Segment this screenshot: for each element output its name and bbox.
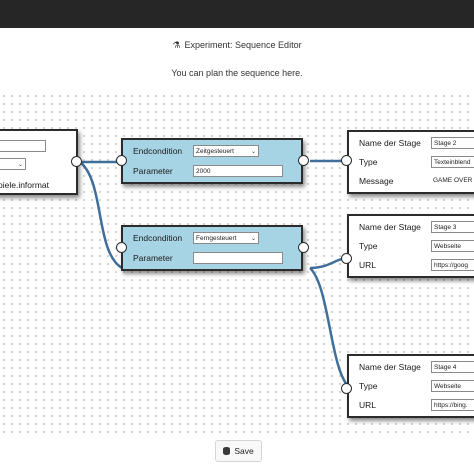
endcondition-2-output-port[interactable] [298,242,309,253]
start-stage-name-field[interactable] [0,140,46,152]
database-icon [223,447,231,455]
chevron-down-icon: ⌄ [250,236,256,242]
stage-type-select[interactable]: Webseite [431,380,474,392]
endcondition-node-1[interactable]: Endcondition Zeitgesteuert ⌄ Parameter 2… [121,138,303,184]
stage-extra-input[interactable]: https://bing. [431,399,474,411]
stage-type-label: Type [359,381,378,391]
start-stage-type-select[interactable]: ⌄ [0,158,26,170]
stage-name-input[interactable]: Stage 2 [431,137,474,149]
page-title: ⚗ Experiment: Sequence Editor [0,40,474,51]
stage-type-label: Type [359,157,378,167]
stage-name-label: Name der Stage [359,138,421,148]
endcondition-label: Endcondition [133,233,183,243]
stage-extra-input[interactable]: GAME OVER [431,175,474,187]
endcondition-select-value: Zeitgesteuert [196,148,234,155]
sequence-canvas[interactable]: ⌄ piele.informat Endcondition Zeitgesteu… [0,92,474,434]
stage-extra-label: Message [359,176,394,186]
stage-type-label: Type [359,241,378,251]
stage-node-3[interactable]: Name der Stage Stage 3 Type Webseite URL… [347,214,474,278]
wire-start-to-end2[interactable] [79,161,123,270]
wire-end2-to-stage4[interactable] [309,267,351,389]
parameter-input[interactable]: 2000 [193,165,283,177]
stage-extra-label: URL [359,260,377,270]
stage-name-label: Name der Stage [359,222,421,232]
endcondition-select[interactable]: Zeitgesteuert ⌄ [193,145,259,157]
parameter-label: Parameter [133,253,173,263]
save-button-label: Save [234,446,254,456]
page-title-text: Experiment: Sequence Editor [184,40,302,50]
chevron-down-icon: ⌄ [17,162,23,168]
endcondition-select[interactable]: Ferngesteuert ⌄ [193,232,259,244]
stage-type-select[interactable]: Webseite [431,240,474,252]
endcondition-label: Endcondition [133,146,183,156]
start-stage-node[interactable]: ⌄ piele.informat [0,129,78,195]
stage-extra-input[interactable]: https://goog [431,259,474,271]
endcondition-2-input-port[interactable] [116,242,127,253]
top-bar [0,0,474,28]
parameter-input[interactable] [193,252,283,264]
page-subtitle: You can plan the sequence here. [171,68,303,78]
start-stage-text: piele.informat [0,180,50,190]
endcondition-select-value: Ferngesteuert [196,235,237,242]
stage-2-input-port[interactable] [341,155,352,166]
stage-name-input[interactable]: Stage 4 [431,361,474,373]
endcondition-1-input-port[interactable] [116,155,127,166]
chevron-down-icon: ⌄ [250,149,256,155]
stage-extra-label: URL [359,400,377,410]
stage-type-select[interactable]: Texteinblend [431,156,474,168]
stage-node-2[interactable]: Name der Stage Stage 2 Type Texteinblend… [347,130,474,194]
save-button[interactable]: Save [215,440,262,462]
endcondition-1-output-port[interactable] [298,155,309,166]
parameter-label: Parameter [133,166,173,176]
endcondition-node-2[interactable]: Endcondition Ferngesteuert ⌄ Parameter [121,225,303,271]
stage-name-input[interactable]: Stage 3 [431,221,474,233]
experiment-icon: ⚗ [172,40,181,50]
stage-node-4[interactable]: Name der Stage Stage 4 Type Webseite URL… [347,354,474,418]
stage-name-label: Name der Stage [359,362,421,372]
stage-4-input-port[interactable] [341,383,352,394]
start-stage-output-port[interactable] [71,156,82,167]
stage-3-input-port[interactable] [341,253,352,264]
